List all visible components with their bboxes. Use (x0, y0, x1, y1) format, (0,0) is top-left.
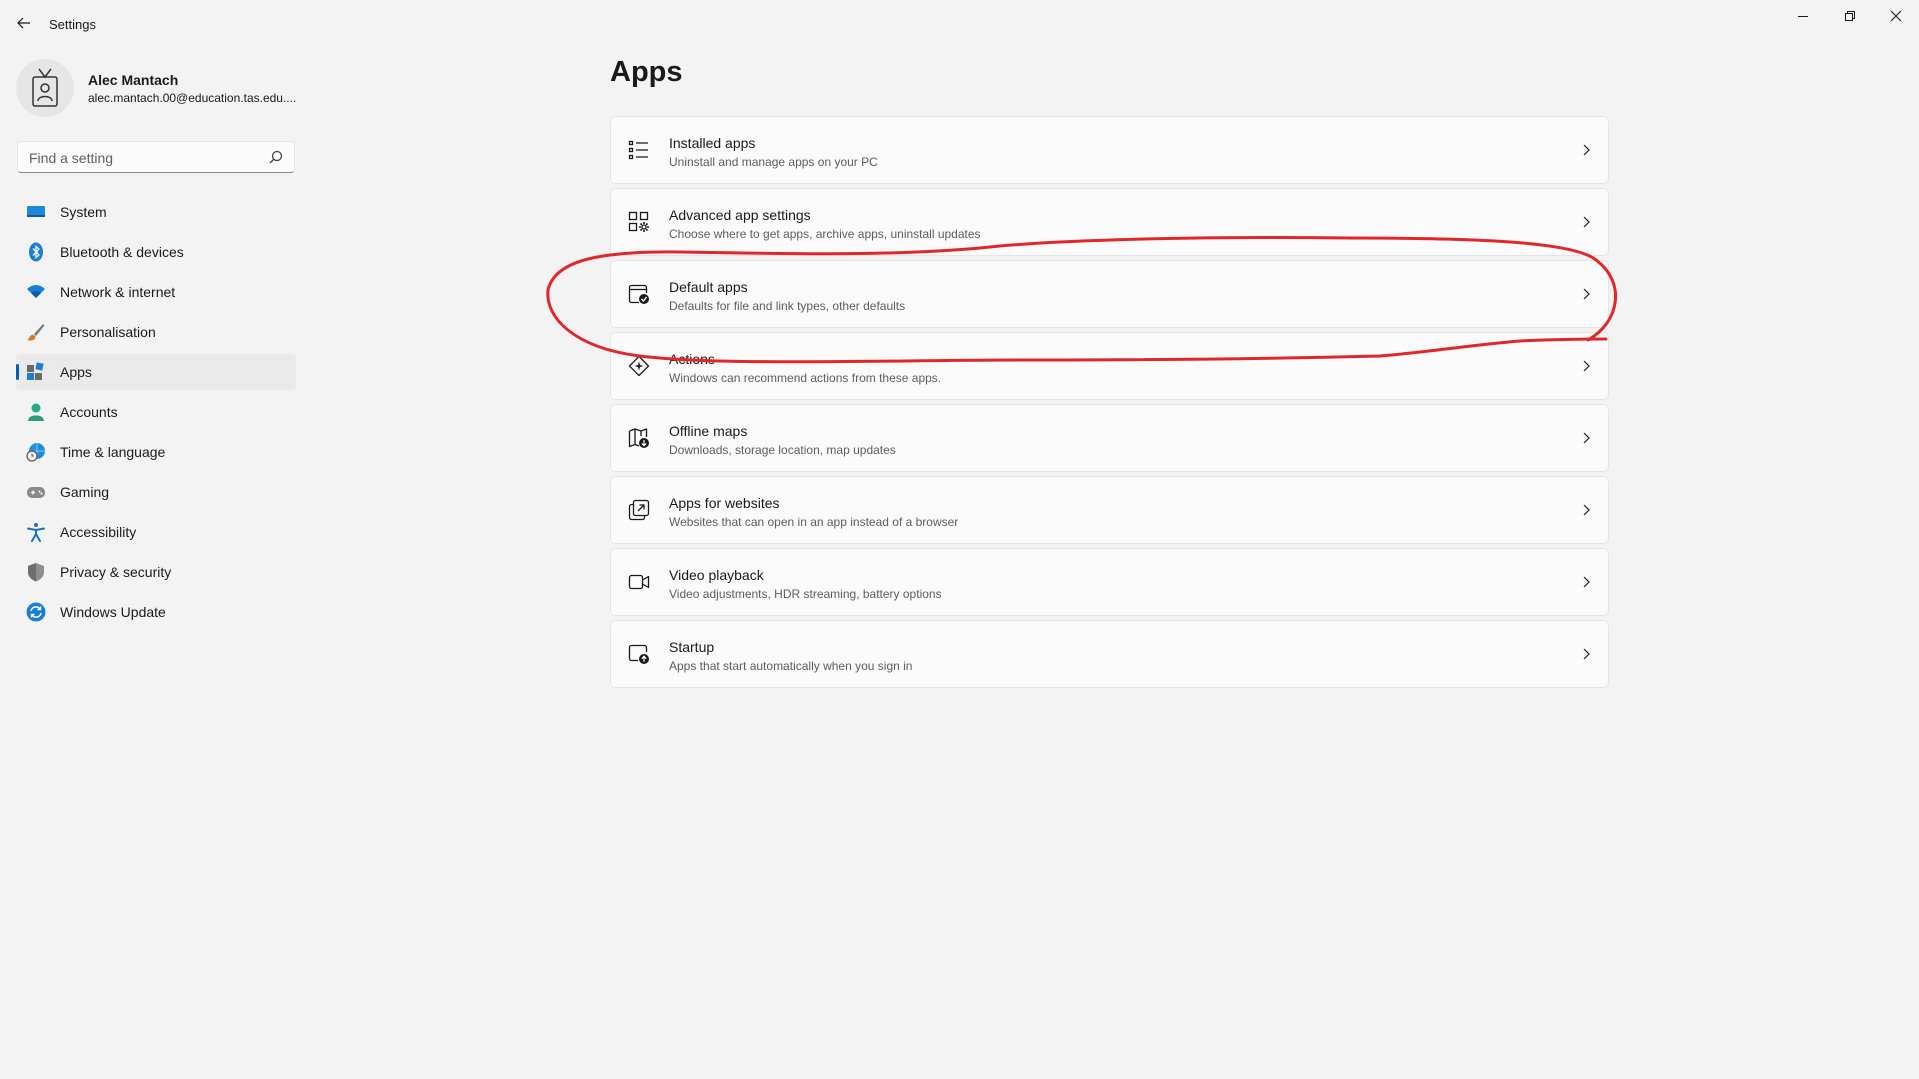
card-title: Advanced app settings (669, 207, 811, 223)
card-title: Video playback (669, 567, 764, 583)
app-title: Settings (49, 17, 96, 32)
user-email: alec.mantach.00@education.tas.edu.... (88, 91, 297, 105)
sidebar-item-label: Privacy & security (60, 564, 172, 580)
minimize-icon (1798, 16, 1808, 17)
setting-card-installed-apps[interactable]: Installed apps Uninstall and manage apps… (610, 116, 1609, 184)
wifi-icon (27, 285, 45, 298)
card-title: Offline maps (669, 423, 748, 439)
card-title: Installed apps (669, 135, 756, 151)
actions-icon (628, 355, 650, 377)
sidebar-item-accounts[interactable]: Accounts (16, 394, 296, 430)
sidebar-item-label: Apps (60, 364, 92, 380)
sidebar-item-windows-update[interactable]: Windows Update (16, 594, 296, 630)
card-subtitle: Choose where to get apps, archive apps, … (669, 227, 981, 241)
bluetooth-icon (29, 242, 43, 262)
search-icon[interactable] (269, 150, 283, 164)
sidebar-item-label: System (60, 204, 107, 220)
card-title: Startup (669, 639, 715, 655)
sidebar-item-label: Accessibility (60, 524, 137, 540)
settings-list: Installed apps Uninstall and manage apps… (610, 116, 1609, 692)
back-button[interactable] (11, 10, 37, 36)
globe-clock-icon (26, 443, 45, 462)
sidebar-item-time-language[interactable]: Time & language (16, 434, 296, 470)
accessibility-icon (27, 523, 45, 542)
chevron-right-icon (1583, 360, 1590, 372)
sidebar-item-label: Time & language (60, 444, 166, 460)
sidebar-item-label: Bluetooth & devices (60, 244, 184, 260)
setting-card-offline-maps[interactable]: Offline maps Downloads, storage location… (610, 404, 1609, 472)
restore-icon (1845, 11, 1855, 21)
chevron-right-icon (1583, 288, 1590, 300)
card-subtitle: Websites that can open in an app instead… (669, 515, 959, 529)
sidebar-item-label: Gaming (60, 484, 110, 500)
shield-icon (28, 563, 44, 582)
chevron-right-icon (1583, 576, 1590, 588)
user-profile[interactable]: Alec Mantach alec.mantach.00@education.t… (16, 57, 296, 121)
apps-icon (27, 362, 44, 380)
sidebar-item-system[interactable]: System (16, 194, 296, 230)
card-subtitle: Video adjustments, HDR streaming, batter… (669, 587, 942, 601)
gamepad-icon (27, 487, 45, 498)
setting-card-video-playback[interactable]: Video playback Video adjustments, HDR st… (610, 548, 1609, 616)
card-title: Actions (669, 351, 715, 367)
back-arrow-icon (17, 17, 30, 29)
sidebar-item-network[interactable]: Network & internet (16, 274, 296, 310)
search-box[interactable] (17, 141, 295, 174)
setting-card-default-apps[interactable]: Default apps Defaults for file and link … (610, 260, 1609, 328)
avatar (16, 59, 74, 117)
sidebar-item-bluetooth[interactable]: Bluetooth & devices (16, 234, 296, 270)
list-icon (628, 140, 648, 160)
close-button[interactable] (1873, 0, 1919, 32)
card-title: Default apps (669, 279, 748, 295)
setting-card-actions[interactable]: Actions Windows can recommend actions fr… (610, 332, 1609, 400)
setting-card-apps-for-websites[interactable]: Apps for websites Websites that can open… (610, 476, 1609, 544)
card-subtitle: Apps that start automatically when you s… (669, 659, 913, 673)
startup-icon (628, 644, 649, 664)
sidebar-item-label: Network & internet (60, 284, 176, 300)
brush-icon (27, 324, 45, 341)
setting-card-startup[interactable]: Startup Apps that start automatically wh… (610, 620, 1609, 688)
person-icon (28, 403, 44, 421)
setting-card-advanced-app-settings[interactable]: Advanced app settings Choose where to ge… (610, 188, 1609, 256)
card-subtitle: Uninstall and manage apps on your PC (669, 155, 878, 169)
sidebar-item-apps[interactable]: Apps (16, 354, 296, 390)
minimize-button[interactable] (1780, 0, 1826, 32)
search-input[interactable] (27, 142, 271, 174)
sidebar-item-privacy-security[interactable]: Privacy & security (16, 554, 296, 590)
default-apps-icon (628, 284, 649, 304)
update-icon (26, 602, 46, 622)
page-title: Apps (610, 56, 683, 88)
id-badge-icon (32, 68, 58, 107)
video-icon (628, 574, 650, 590)
card-subtitle: Windows can recommend actions from these… (669, 371, 942, 385)
map-download-icon (628, 428, 649, 448)
sidebar-nav: System Bluetooth & devices Network & int… (16, 194, 296, 634)
sidebar-item-label: Windows Update (60, 604, 166, 620)
sidebar-item-gaming[interactable]: Gaming (16, 474, 296, 510)
user-name: Alec Mantach (88, 72, 179, 88)
sidebar-item-label: Accounts (60, 404, 118, 420)
close-icon (1890, 10, 1902, 22)
chevron-right-icon (1583, 216, 1590, 228)
app-gear-icon (628, 211, 649, 232)
sidebar-item-accessibility[interactable]: Accessibility (16, 514, 296, 550)
sidebar-item-personalisation[interactable]: Personalisation (16, 314, 296, 350)
sidebar-item-label: Personalisation (60, 324, 156, 340)
card-subtitle: Downloads, storage location, map updates (669, 443, 896, 457)
chevron-right-icon (1583, 504, 1590, 516)
chevron-right-icon (1583, 432, 1590, 444)
open-external-icon (628, 499, 650, 521)
card-title: Apps for websites (669, 495, 780, 511)
system-icon (27, 206, 45, 217)
title-bar: Settings (0, 0, 1919, 48)
chevron-right-icon (1583, 144, 1590, 156)
chevron-right-icon (1583, 648, 1590, 660)
restore-button[interactable] (1827, 0, 1873, 32)
card-subtitle: Defaults for file and link types, other … (669, 299, 906, 313)
